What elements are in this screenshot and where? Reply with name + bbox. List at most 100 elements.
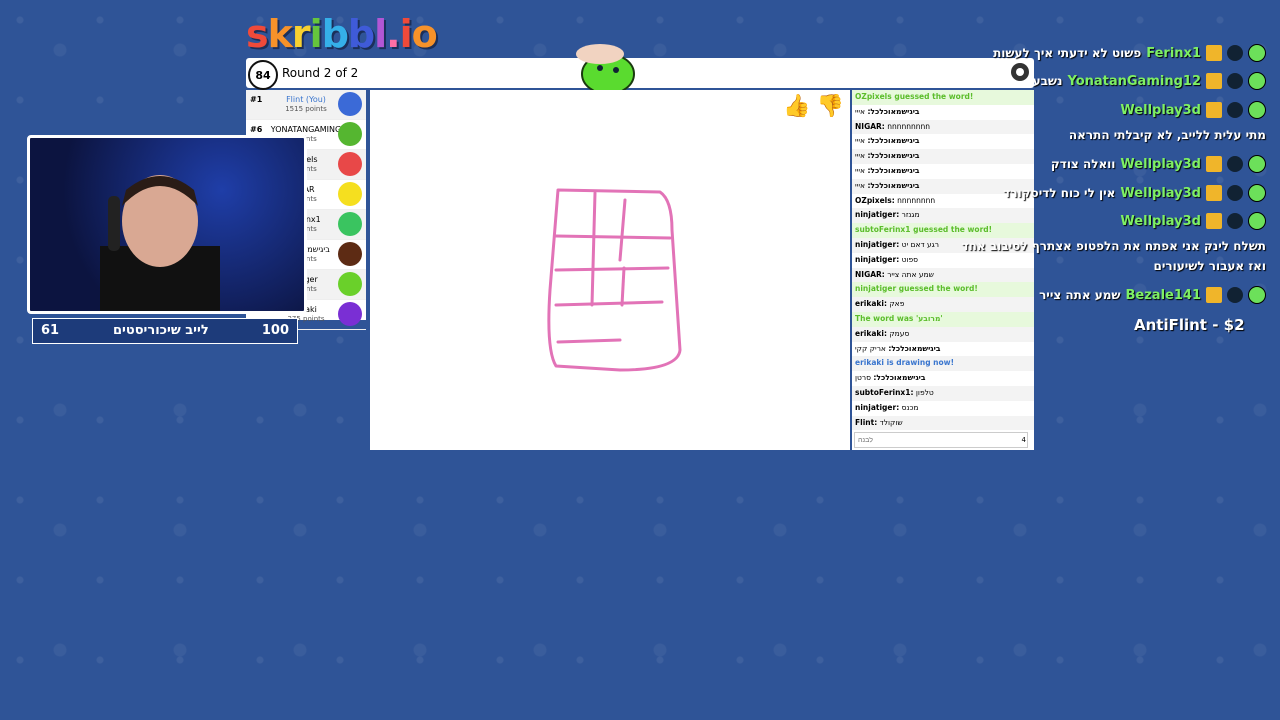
- stream-chat-user: YonatanGaming12: [1067, 73, 1201, 89]
- stream-chat-text: ואז אעבור לשיעורים: [1153, 259, 1266, 273]
- chat-text: רגע דאם יט: [901, 239, 940, 249]
- chat-author: ביגישמאוכלכל:: [888, 343, 941, 353]
- chat-text: אייי: [855, 165, 866, 175]
- chat-text: סעמק: [889, 328, 910, 338]
- crown-badge-icon: [1206, 102, 1222, 118]
- bomb-badge-icon: [1227, 73, 1243, 89]
- chat-text: טלפון: [915, 387, 934, 397]
- kick-badge-icon: [1248, 101, 1266, 119]
- chat-text: אייי: [855, 180, 866, 190]
- stream-chat-line: אין לי כוח לדיסקורד Wellplay3d: [1003, 184, 1266, 202]
- player-avatar: [338, 302, 362, 326]
- guess-input[interactable]: [854, 432, 1028, 448]
- chat-text: אייי: [855, 151, 866, 161]
- player-avatar: [338, 242, 362, 266]
- chat-author: Flint:: [855, 417, 878, 427]
- chat-text: nnnnnnnn: [897, 195, 936, 205]
- player-points: 1515 points: [285, 105, 327, 113]
- kick-badge-icon: [1248, 44, 1266, 62]
- chat-text: ספוט: [901, 254, 919, 264]
- chat-message: ninjatiger guessed the word!: [852, 282, 1034, 298]
- player-rank: #6: [250, 125, 263, 134]
- stream-chat-user: Bezale141: [1125, 287, 1201, 303]
- chat-message: NIGAR: nnnnnnnnn: [852, 119, 1034, 135]
- chat-text: אריק קקי: [855, 343, 886, 353]
- chat-author: ninjatiger:: [855, 254, 900, 264]
- kick-badge-icon: [1248, 286, 1266, 304]
- skribbl-logo: skribbl.io: [246, 12, 438, 56]
- stream-chat-text: וואלה צודק: [1050, 157, 1116, 171]
- crown-badge-icon: [1206, 45, 1222, 61]
- chat-author: ביגישמאוכלכל:: [867, 136, 920, 146]
- chat-message: Flint: שוקולד: [852, 415, 1034, 431]
- crown-badge-icon: [1206, 156, 1222, 172]
- chat-message: ביגישמאוכלכל: אייי: [852, 105, 1034, 120]
- player-row[interactable]: #1 Flint (You) 1515 points: [246, 90, 366, 120]
- chat-author: ביגישמאוכלכל:: [867, 106, 920, 116]
- chat-author: erikaki:: [855, 299, 887, 309]
- stream-chat-line: Wellplay3d: [1120, 101, 1266, 119]
- stream-chat-user: Wellplay3d: [1120, 185, 1201, 201]
- chat-author: ביגישמאוכלכל:: [873, 373, 926, 383]
- bomb-badge-icon: [1227, 287, 1243, 303]
- chat-text: מגנזר: [901, 210, 920, 220]
- stream-chat-line: ואז אעבור לשיעורים: [1153, 259, 1266, 273]
- chat-text: סרטן: [855, 373, 872, 383]
- stream-chat-line: Wellplay3d: [1120, 212, 1266, 230]
- stream-chat-line: נשבע YonatanGaming12: [1033, 72, 1266, 90]
- chat-message: erikaki: סעמק: [852, 326, 1034, 342]
- bomb-badge-icon: [1227, 156, 1243, 172]
- crown-badge-icon: [1206, 213, 1222, 229]
- stream-chat-text: תשלח לינק אני אפתח את הלפטופ אצתרף לסיבו…: [961, 239, 1266, 253]
- round-timer: 84: [248, 60, 278, 90]
- bomb-badge-icon: [1227, 45, 1243, 61]
- player-avatar: [338, 182, 362, 206]
- kick-badge-icon: [1248, 155, 1266, 173]
- stream-chat-user: Wellplay3d: [1120, 102, 1201, 118]
- round-label: Round 2 of 2: [282, 66, 359, 80]
- crown-badge-icon: [1206, 287, 1222, 303]
- chat-text: פאק: [889, 299, 905, 309]
- drawer-avatar-icon: [576, 44, 635, 95]
- kick-badge-icon: [1248, 184, 1266, 202]
- kick-badge-icon: [1248, 212, 1266, 230]
- streamer-avatar: [100, 175, 220, 311]
- chat-text: nnnnnnnnn: [887, 121, 930, 131]
- stream-chat-line: מתי עלית ללייב, לא קיבלתי התראה: [1069, 128, 1266, 142]
- chat-text: אייי: [855, 136, 866, 146]
- stream-chat-user: Ferinx1: [1146, 45, 1201, 61]
- chat-author: subtoFerinx1:: [855, 387, 914, 397]
- chat-text: שמע אתה צייר: [887, 269, 934, 279]
- chat-author: NIGAR:: [855, 121, 885, 131]
- bomb-badge-icon: [1227, 102, 1243, 118]
- player-avatar: [338, 272, 362, 296]
- chat-author: ninjatiger:: [855, 210, 900, 220]
- crown-badge-icon: [1206, 185, 1222, 201]
- chat-message: ביגישמאוכלכל: אריק קקי: [852, 342, 1034, 357]
- chat-message: ביגישמאוכלכל: סרטן: [852, 371, 1034, 386]
- player-avatar: [338, 152, 362, 176]
- stream-chat-line: וואלה צודק Wellplay3d: [1051, 155, 1266, 173]
- chat-author: ninjatiger:: [855, 239, 900, 249]
- score-bar: 61 לייב שיכוריסטים 100: [32, 318, 298, 344]
- player-rank: #1: [250, 95, 263, 104]
- char-count: 4: [1021, 436, 1026, 444]
- chat-message: ביגישמאוכלכל: אייי: [852, 134, 1034, 149]
- chat-message: OZpixels guessed the word!: [852, 90, 1034, 105]
- stream-chat-line: שמע אתה צייר Bezale141: [1039, 286, 1266, 304]
- chat-message: NIGAR: שמע אתה צייר: [852, 267, 1034, 283]
- chat-message: erikaki: פאק: [852, 297, 1034, 312]
- chat-text: שוקולד: [879, 417, 903, 427]
- stream-chat-line: תשלח לינק אני אפתח את הלפטופ אצתרף לסיבו…: [962, 239, 1266, 253]
- donation-alert: AntiFlint - $2: [1134, 316, 1245, 334]
- chat-message: ninjatiger: מגנזר: [852, 208, 1034, 224]
- player-name: YONATANGAMING: [270, 125, 342, 134]
- kick-badge-icon: [1248, 72, 1266, 90]
- chat-message: ביגישמאוכלכל: אייי: [852, 164, 1034, 179]
- gear-icon[interactable]: [1008, 60, 1032, 84]
- stream-chat-text: שמע אתה צייר: [1039, 288, 1121, 302]
- stream-chat-line: פשוט לא ידעתי איך לעשות Ferinx1: [993, 44, 1266, 62]
- chat-author: ביגישמאוכלכל:: [867, 180, 920, 190]
- drawing-canvas[interactable]: 👍 👎: [370, 90, 850, 450]
- stream-chat-text: אין לי כוח לדיסקורד: [1003, 186, 1116, 200]
